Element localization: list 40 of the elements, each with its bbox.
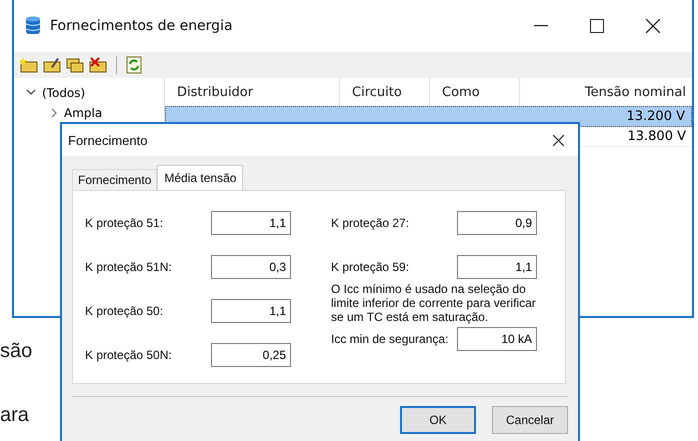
- field-label: K proteção 51:: [85, 216, 164, 230]
- dialog-title: Fornecimento: [68, 132, 148, 148]
- maximize-icon[interactable]: [590, 19, 604, 33]
- copy-folder-icon[interactable]: [66, 57, 84, 73]
- input-field[interactable]: 1,1: [211, 211, 291, 235]
- minimize-icon[interactable]: [534, 25, 548, 27]
- dialog-button[interactable]: Cancelar: [492, 406, 568, 434]
- field-label: K proteção 50:: [85, 304, 164, 318]
- column-header[interactable]: Tensão nominal: [520, 78, 692, 106]
- field-label: K proteção 51N:: [85, 260, 172, 274]
- document-text: ara: [0, 404, 29, 427]
- input-field[interactable]: 1,1: [211, 299, 291, 323]
- tab[interactable]: Fornecimento: [72, 169, 158, 190]
- input-field[interactable]: 0,9: [457, 211, 537, 235]
- edit-folder-icon[interactable]: [43, 57, 61, 73]
- input-field[interactable]: 10 kA: [457, 327, 537, 351]
- database-icon: [26, 16, 40, 36]
- dialog-button[interactable]: OK: [400, 406, 476, 434]
- close-icon[interactable]: [646, 19, 660, 33]
- input-field[interactable]: 0,25: [211, 343, 291, 367]
- tab[interactable]: Média tensão: [157, 165, 244, 190]
- table-cell: 13.200 V: [626, 109, 685, 124]
- chevron-right-icon[interactable]: [50, 108, 58, 118]
- close-icon[interactable]: [553, 134, 564, 146]
- note-text: O Icc mínimo é usado na seleção do limite inferior de corrente para verificar se um TC está em saturação.: [331, 282, 537, 324]
- field-label: Icc min de segurança:: [331, 332, 448, 346]
- document-text: são: [0, 340, 32, 363]
- table-cell: 13.800 V: [627, 129, 686, 144]
- input-field[interactable]: 1,1: [457, 255, 537, 279]
- delete-folder-icon[interactable]: [89, 57, 107, 73]
- tree-item[interactable]: Ampla: [64, 106, 102, 120]
- refresh-icon[interactable]: [126, 56, 142, 74]
- field-label: K proteção 50N:: [85, 348, 172, 362]
- new-folder-icon[interactable]: [20, 57, 38, 73]
- window-title: Fornecimentos de energia: [50, 18, 233, 34]
- tree-item[interactable]: (Todos): [42, 86, 86, 100]
- field-label: K proteção 27:: [331, 216, 410, 230]
- input-field[interactable]: 0,3: [211, 255, 291, 279]
- field-label: K proteção 59:: [331, 260, 410, 274]
- chevron-down-icon[interactable]: [26, 89, 36, 97]
